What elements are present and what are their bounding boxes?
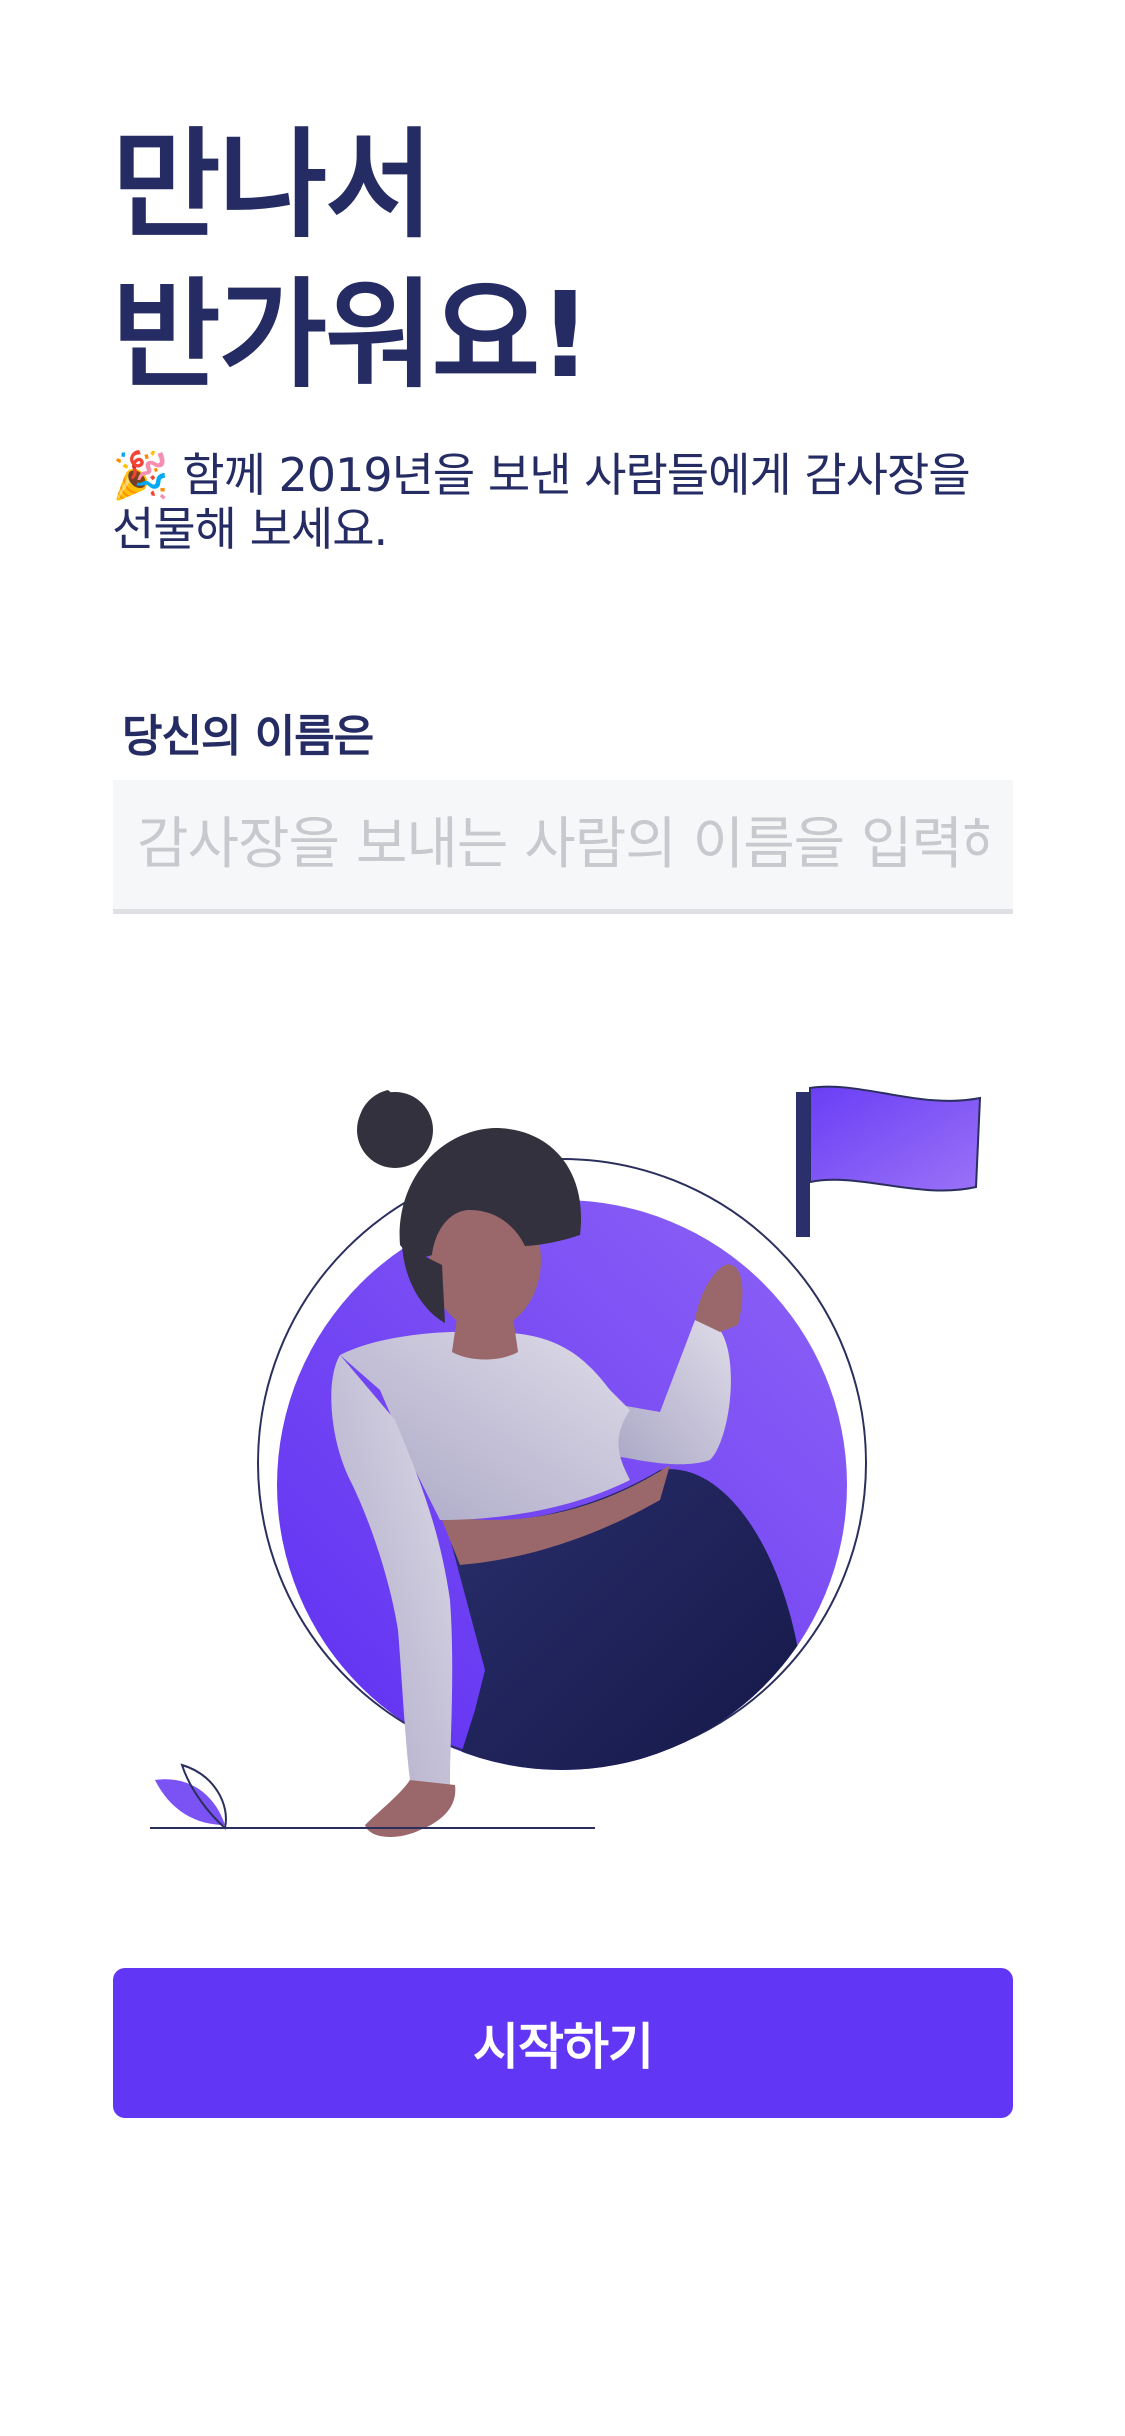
sender-name-input[interactable]: [113, 780, 1013, 914]
party-popper-icon: 🎉: [112, 448, 169, 502]
flag: [809, 1085, 982, 1192]
name-field-label: 당신의 이름은: [122, 711, 374, 762]
start-button[interactable]: 시작하기: [113, 1968, 1013, 2118]
flag-pole: [796, 1092, 810, 1237]
welcome-screen: 만나서 반가워요! 🎉 함께 2019년을 보낸 사람들에게 감사장을 선물해 보…: [0, 0, 1125, 2436]
headline-line-2: 반가워요!: [112, 266, 592, 404]
page-title: 만나서 반가워요!: [112, 110, 592, 410]
subtitle: 🎉 함께 2019년을 보낸 사람들에게 감사장을 선물해 보세요.: [112, 448, 1012, 556]
woman-holding-flag-illustration: [150, 1085, 982, 1837]
subtitle-text: 함께 2019년을 보낸 사람들에게 감사장을 선물해 보세요.: [112, 448, 971, 556]
headline-line-1: 만나서: [112, 116, 434, 254]
